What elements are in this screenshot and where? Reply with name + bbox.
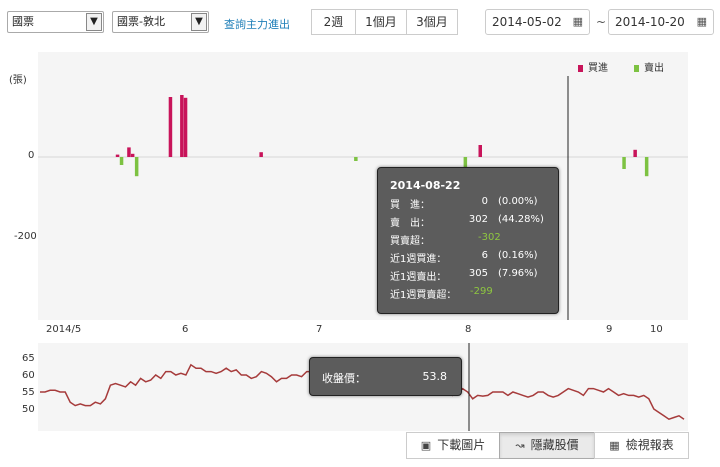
price-line-chart[interactable] (0, 0, 720, 467)
image-icon: ▣ (420, 439, 432, 452)
price-tooltip-value: 53.8 (422, 370, 448, 383)
price-tooltip-label: 收盤價： (322, 372, 366, 385)
download-image-label: 下載圖片 (437, 438, 486, 452)
hide-price-label: 隱藏股價 (530, 438, 579, 452)
hide-price-button[interactable]: ↝ 隱藏股價 (499, 432, 595, 459)
line-chart-icon: ↝ (515, 439, 525, 452)
price-tooltip: 收盤價： 53.8 (309, 357, 462, 396)
download-image-button[interactable]: ▣ 下載圖片 (406, 432, 500, 459)
view-report-button[interactable]: ▦ 檢視報表 (594, 432, 689, 459)
view-report-label: 檢視報表 (625, 438, 674, 452)
table-icon: ▦ (609, 439, 620, 452)
